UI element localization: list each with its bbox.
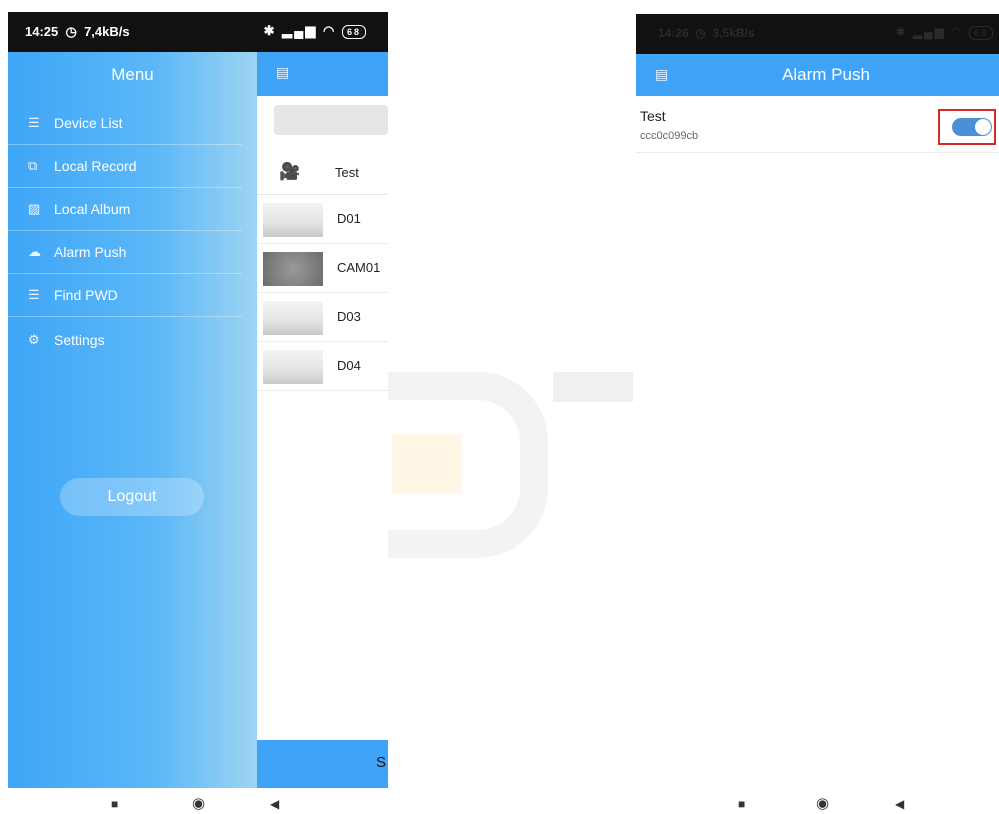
right-status-bar: 14:26 ◷ 3,5kB/s ✱ ▂▄▆ ◠ 68 xyxy=(636,14,999,54)
wifi-icon: ◠ xyxy=(323,23,337,38)
device-list-pane: ▤ 🎥 Test D01 CAM01 D03 D04 S xyxy=(257,52,388,788)
navigation-drawer: Menu ☰ Device List ⧉ Local Record ▨ Loca… xyxy=(8,52,257,788)
group-name: Test xyxy=(335,165,359,180)
logout-button[interactable]: Logout xyxy=(60,478,204,516)
menu-icon[interactable]: ▤ xyxy=(276,64,289,81)
network-speed: 3,5kB/s xyxy=(712,26,755,40)
status-time: 14:26 xyxy=(658,26,689,40)
watermark-bar xyxy=(553,372,633,402)
menu-item-label: Device List xyxy=(54,115,123,131)
menu-item-label: Local Album xyxy=(54,201,131,217)
device-group-row[interactable]: 🎥 Test xyxy=(257,150,388,195)
home-icon[interactable]: ◉ xyxy=(192,794,205,812)
highlight-box xyxy=(938,109,996,145)
menu-item-label: Settings xyxy=(54,331,105,348)
key-list-icon: ☰ xyxy=(28,287,40,302)
device-list-appbar: ▤ xyxy=(257,52,388,96)
menu-item-local-record[interactable]: ⧉ Local Record xyxy=(8,145,242,188)
alarm-push-appbar: ▤ Alarm Push xyxy=(636,54,999,96)
bottom-action-bar[interactable]: S xyxy=(257,740,388,788)
menu-item-find-pwd[interactable]: ☰ Find PWD xyxy=(8,274,242,317)
drawer-title: Menu xyxy=(111,65,154,84)
camera-row[interactable]: D03 xyxy=(257,293,388,342)
bluetooth-icon: ✱ xyxy=(895,25,908,39)
signal-icon: ▂▄▆ xyxy=(282,23,318,38)
photo-album-icon: ▨ xyxy=(28,201,41,216)
page-title: Alarm Push xyxy=(782,65,870,84)
alarm-clock-icon: ◷ xyxy=(61,24,81,39)
battery-icon: 68 xyxy=(968,26,993,40)
menu-item-device-list[interactable]: ☰ Device List xyxy=(8,102,242,145)
network-speed: 7,4kB/s xyxy=(84,24,130,39)
menu-item-label: Alarm Push xyxy=(54,244,127,260)
menu-item-alarm-push[interactable]: ☁ Alarm Push xyxy=(8,231,242,274)
battery-icon: 68 xyxy=(341,25,366,39)
camera-row[interactable]: CAM01 xyxy=(257,244,388,293)
gear-icon: ⚙ xyxy=(28,331,40,347)
camera-thumbnail xyxy=(263,350,323,384)
status-time: 14:25 xyxy=(25,24,59,39)
camera-row[interactable]: D04 xyxy=(257,342,388,391)
menu-item-label: Find PWD xyxy=(54,287,118,303)
cloud-push-icon: ☁ xyxy=(28,244,41,259)
watermark-square xyxy=(392,434,462,494)
camera-name: CAM01 xyxy=(337,260,381,275)
bluetooth-icon: ✱ xyxy=(263,23,277,38)
alarm-clock-icon: ◷ xyxy=(692,26,710,40)
menu-item-settings[interactable]: ⚙ Settings xyxy=(8,318,242,361)
back-icon[interactable]: ◀ xyxy=(895,797,904,811)
bottom-action-label: S xyxy=(375,754,386,771)
camera-name: D01 xyxy=(337,211,361,226)
camera-thumbnail xyxy=(263,203,323,237)
device-name: Test xyxy=(640,108,666,124)
recent-apps-icon[interactable]: ■ xyxy=(738,797,745,811)
menu-item-label: Local Record xyxy=(54,158,137,174)
recent-apps-icon[interactable]: ■ xyxy=(111,797,118,811)
device-id: ccc0c099cb xyxy=(640,130,699,142)
wifi-icon: ◠ xyxy=(951,25,964,39)
camera-row[interactable]: D01 xyxy=(257,195,388,244)
search-input[interactable] xyxy=(274,105,388,135)
camera-icon: 🎥 xyxy=(279,162,301,181)
menu-item-local-album[interactable]: ▨ Local Album xyxy=(8,188,242,231)
back-icon[interactable]: ◀ xyxy=(270,797,279,811)
list-icon: ☰ xyxy=(28,115,40,130)
camera-name: D03 xyxy=(337,309,361,324)
video-record-icon: ⧉ xyxy=(28,158,38,173)
camera-name: D04 xyxy=(337,358,361,373)
camera-thumbnail xyxy=(263,301,323,335)
signal-icon: ▂▄▆ xyxy=(912,25,946,39)
camera-thumbnail xyxy=(263,252,323,286)
home-icon[interactable]: ◉ xyxy=(816,794,829,812)
left-status-bar: 14:25 ◷ 7,4kB/s ✱ ▂▄▆ ◠ 68 xyxy=(8,12,388,52)
